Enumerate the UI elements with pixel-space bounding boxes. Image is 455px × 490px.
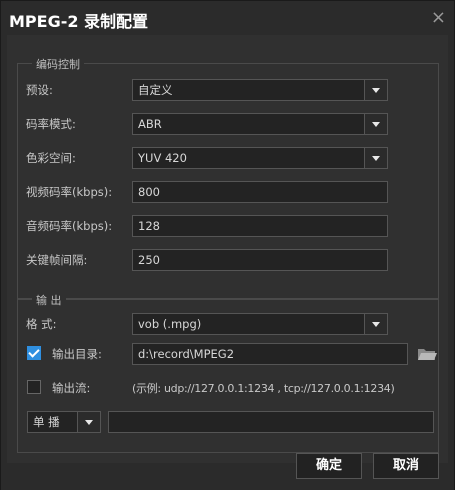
chevron-down-icon[interactable] <box>364 114 387 134</box>
format-select[interactable]: vob (.mpg) <box>132 313 388 335</box>
dialog-body: 编码控制 预设: 自定义 码率模式: ABR 色彩空间: YUV 420 视频码… <box>7 35 448 463</box>
preset-select[interactable]: 自定义 <box>132 79 388 101</box>
format-label: 格 式: <box>26 317 57 331</box>
output-legend: 输 出 <box>32 292 66 308</box>
dialog-title: MPEG-2 录制配置 <box>9 12 149 31</box>
mpeg2-config-dialog: MPEG-2 录制配置 × 编码控制 预设: 自定义 码率模式: ABR 色彩空… <box>0 0 455 490</box>
ok-button[interactable]: 确定 <box>296 453 362 479</box>
cast-mode-select[interactable]: 单 播 <box>27 411 101 433</box>
dialog-footer: 确定 取消 <box>1 453 454 490</box>
folder-icon[interactable] <box>417 346 437 362</box>
preset-label: 预设: <box>26 83 53 97</box>
rate-mode-select[interactable]: ABR <box>132 113 388 135</box>
keyframe-interval-label: 关键帧间隔: <box>26 253 88 267</box>
rate-mode-value: ABR <box>138 117 162 131</box>
chevron-down-icon[interactable] <box>364 148 387 168</box>
video-bitrate-input[interactable]: 800 <box>132 181 388 203</box>
output-stream-hint: (示例: udp://127.0.0.1:1234 , tcp://127.0.… <box>132 382 395 395</box>
cancel-button[interactable]: 取消 <box>373 453 439 479</box>
keyframe-interval-input[interactable]: 250 <box>132 249 388 271</box>
encoding-legend: 编码控制 <box>32 56 84 72</box>
audio-bitrate-input[interactable]: 128 <box>132 215 388 237</box>
output-stream-label: 输出流: <box>52 381 91 395</box>
encoding-group: 编码控制 预设: 自定义 码率模式: ABR 色彩空间: YUV 420 视频码… <box>17 56 439 299</box>
title-bar: MPEG-2 录制配置 × <box>1 1 454 35</box>
audio-bitrate-label: 音频码率(kbps): <box>26 219 113 233</box>
chevron-down-icon[interactable] <box>364 80 387 100</box>
output-dir-input[interactable]: d:\record\MPEG2 <box>132 343 408 365</box>
color-space-label: 色彩空间: <box>26 151 76 165</box>
chevron-down-icon[interactable] <box>77 412 100 432</box>
cast-mode-value: 单 播 <box>33 415 60 429</box>
output-dir-label: 输出目录: <box>52 347 102 361</box>
output-group: 输 出 格 式: vob (.mpg) 输出目录: d:\record\MPEG… <box>17 292 439 453</box>
close-icon[interactable]: × <box>431 7 446 28</box>
preset-value: 自定义 <box>138 83 173 97</box>
chevron-down-icon[interactable] <box>364 314 387 334</box>
color-space-select[interactable]: YUV 420 <box>132 147 388 169</box>
rate-mode-label: 码率模式: <box>26 117 76 131</box>
color-space-value: YUV 420 <box>138 151 187 165</box>
format-value: vob (.mpg) <box>138 317 202 331</box>
video-bitrate-label: 视频码率(kbps): <box>26 185 113 199</box>
stream-url-input[interactable] <box>108 411 434 433</box>
output-stream-checkbox[interactable] <box>27 380 41 394</box>
output-dir-checkbox[interactable] <box>27 346 41 360</box>
